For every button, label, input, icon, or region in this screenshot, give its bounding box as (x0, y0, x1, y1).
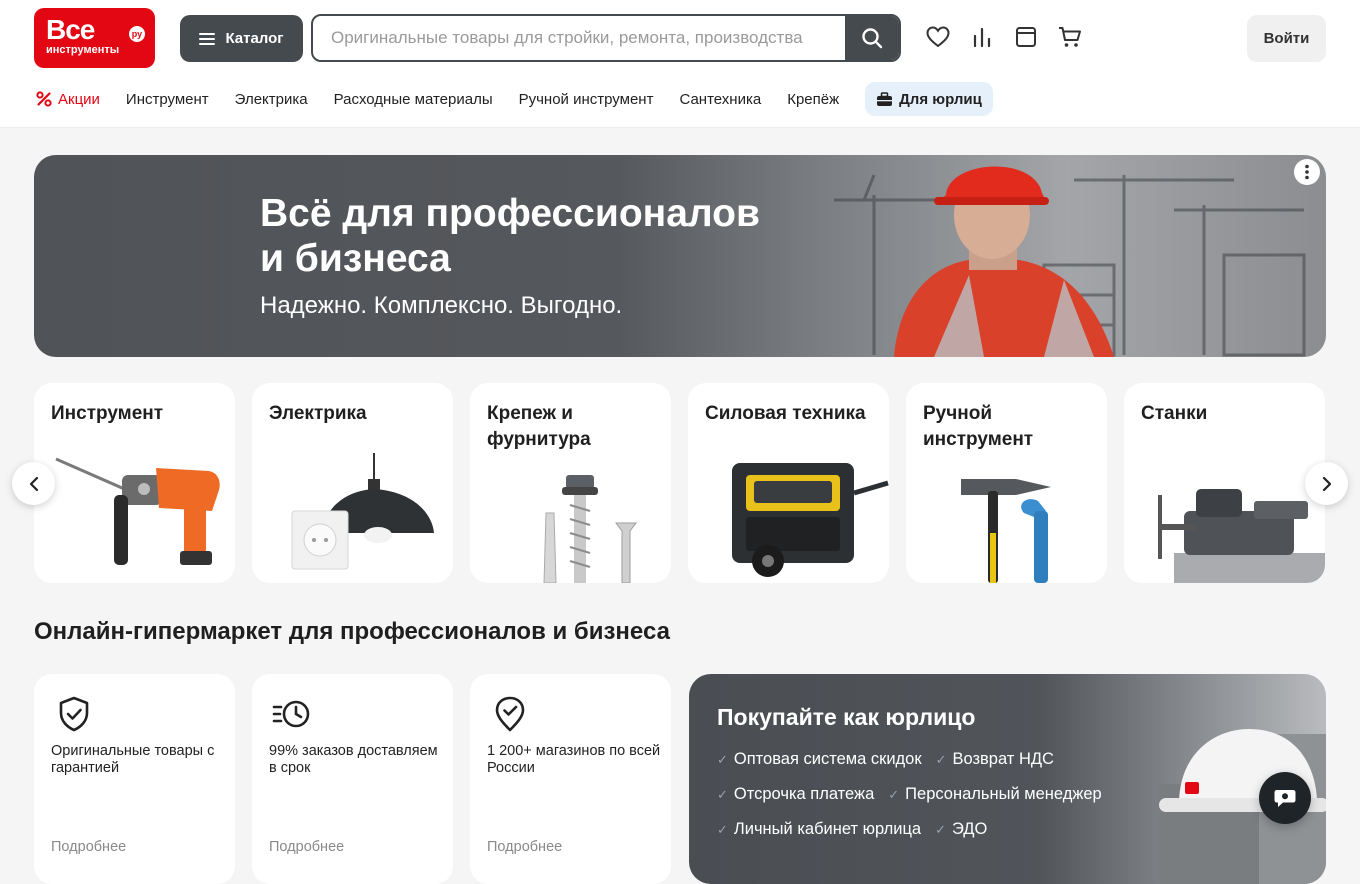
chat-button[interactable] (1259, 772, 1311, 824)
b2b-benefit: ✓ Личный кабинет юрлица (717, 820, 921, 839)
compare-icon (973, 27, 991, 48)
b2b-benefit-label: Оптовая система скидок (733, 750, 922, 768)
search-input[interactable] (313, 16, 847, 60)
category-name: Станки (1141, 403, 1208, 424)
banner-more-button[interactable] (1294, 159, 1320, 185)
b2b-benefit: ✓ Оптовая система скидок (717, 750, 922, 769)
b2b-benefit: ✓ Возврат НДС (936, 750, 1054, 769)
b2b-title: Покупайте как юрлицо (717, 704, 976, 730)
search-button[interactable] (845, 16, 899, 60)
section-title: Онлайн-гипермаркет для профессионалов и … (34, 618, 670, 645)
category-card-electrics[interactable]: Электрика (252, 383, 453, 583)
b2b-benefit-label: ЭДО (952, 820, 988, 838)
nav-item-promo[interactable]: Акции (36, 82, 100, 116)
feature-card-original-goods[interactable]: Оригинальные товары с гарантией Подробне… (34, 674, 235, 884)
check-icon: ✓ (935, 822, 946, 837)
feature-card-stores[interactable]: 1 200+ магазинов по всей России Подробне… (470, 674, 671, 884)
check-icon: ✓ (717, 822, 728, 837)
feature-text: 1 200+ магазинов по всей России (487, 743, 661, 776)
catalog-button[interactable]: Каталог (180, 15, 303, 62)
b2b-benefit: ✓ ЭДО (935, 820, 987, 839)
location-check-icon (495, 696, 525, 732)
carousel-prev-button[interactable] (12, 462, 55, 505)
chevron-right-icon (1322, 476, 1331, 491)
category-name: Крепеж и фурнитура (487, 403, 591, 450)
hero-banner[interactable]: Всё для профессионалов и бизнеса Надежно… (34, 155, 1326, 357)
b2b-benefit-label: Возврат НДС (952, 750, 1054, 768)
logo-text-sub: инструменты (46, 44, 120, 56)
b2b-benefits-row: ✓ Отсрочка платежа ✓ Персональный менеджер (717, 785, 1102, 804)
check-icon: ✓ (888, 787, 900, 802)
b2b-benefit-label: Отсрочка платежа (733, 785, 875, 803)
cart-icon (1059, 27, 1081, 47)
category-card-machines[interactable]: Станки (1124, 383, 1325, 583)
shield-check-icon (59, 696, 89, 732)
catalog-label: Каталог (225, 30, 284, 47)
category-card-tools[interactable]: Инструмент (34, 383, 235, 583)
nav-item-plumbing[interactable]: Сантехника (679, 82, 761, 116)
nav-item-fasteners[interactable]: Крепёж (787, 82, 839, 116)
b2b-benefit-label: Персональный менеджер (905, 785, 1102, 803)
nav-item-label: Акции (58, 90, 100, 108)
hero-title: Всё для профессионалов и бизнеса (260, 191, 860, 281)
category-name: Ручной инструмент (923, 403, 1034, 450)
menu-icon (199, 32, 216, 45)
category-card-fasteners[interactable]: Крепеж и фурнитура (470, 383, 671, 583)
orders-button[interactable] (1013, 24, 1039, 50)
category-name: Силовая техника (705, 403, 866, 424)
nav-item-label: Для юрлиц (899, 90, 982, 108)
logo-ru-badge: ру (129, 26, 145, 42)
favorites-button[interactable] (925, 24, 951, 50)
nav-item-b2b[interactable]: Для юрлиц (865, 82, 993, 116)
category-nav: Акции Инструмент Электрика Расходные мат… (36, 82, 1019, 116)
category-card-hand-tools[interactable]: Ручной инструмент (906, 383, 1107, 583)
site-logo[interactable]: Все ру инструменты (34, 8, 155, 68)
more-vertical-icon (1305, 164, 1309, 180)
nav-item-hand-tools[interactable]: Ручной инструмент (519, 82, 654, 116)
briefcase-icon (877, 91, 893, 106)
heart-icon (926, 26, 950, 48)
feature-more-link[interactable]: Подробнее (487, 839, 562, 855)
cart-button[interactable] (1057, 24, 1083, 50)
check-icon: ✓ (935, 752, 947, 767)
b2b-benefit: ✓ Персональный менеджер (888, 785, 1101, 804)
b2b-benefit-label: Личный кабинет юрлица (733, 820, 922, 838)
category-carousel: Инструмент Электрика Крепеж и фурнитура (34, 383, 1326, 583)
check-icon: ✓ (717, 787, 728, 802)
nav-item-tools[interactable]: Инструмент (126, 82, 209, 116)
b2b-promo-card[interactable]: Покупайте как юрлицо ✓ Оптовая система ск… (689, 674, 1326, 884)
logo-text-main: Все (46, 14, 95, 45)
b2b-benefits-row: ✓ Оптовая система скидок ✓ Возврат НДС (717, 750, 1054, 769)
category-name: Электрика (269, 403, 367, 424)
b2b-benefit: ✓ Отсрочка платежа (717, 785, 874, 804)
chevron-left-icon (29, 476, 38, 491)
chat-icon (1274, 790, 1296, 807)
feature-card-delivery[interactable]: 99% заказов доставляем в срок Подробнее (252, 674, 453, 884)
hero-subtitle: Надежно. Комплексно. Выгодно. (260, 292, 623, 319)
category-card-power-equipment[interactable]: Силовая техника (688, 383, 889, 583)
check-icon: ✓ (717, 752, 728, 767)
feature-text: 99% заказов доставляем в срок (269, 743, 438, 776)
carousel-next-button[interactable] (1305, 462, 1348, 505)
clock-fast-icon (272, 700, 310, 728)
orders-icon (1016, 27, 1036, 47)
header-icons (925, 24, 1083, 50)
feature-text: Оригинальные товары с гарантией (51, 743, 215, 776)
compare-button[interactable] (969, 24, 995, 50)
category-name: Инструмент (51, 403, 164, 424)
b2b-benefits-row: ✓ Личный кабинет юрлица ✓ ЭДО (717, 820, 987, 839)
search-icon (862, 28, 883, 49)
search-box (311, 14, 901, 62)
hero-title-line2: и бизнеса (260, 237, 451, 280)
nav-item-electrics[interactable]: Электрика (235, 82, 308, 116)
nav-item-consumables[interactable]: Расходные материалы (334, 82, 493, 116)
site-header: Все ру инструменты Каталог Войти Акции (0, 0, 1360, 128)
percent-icon (36, 91, 52, 107)
login-button[interactable]: Войти (1247, 15, 1326, 62)
feature-more-link[interactable]: Подробнее (51, 839, 126, 855)
hero-title-line1: Всё для профессионалов (260, 192, 760, 235)
feature-more-link[interactable]: Подробнее (269, 839, 344, 855)
